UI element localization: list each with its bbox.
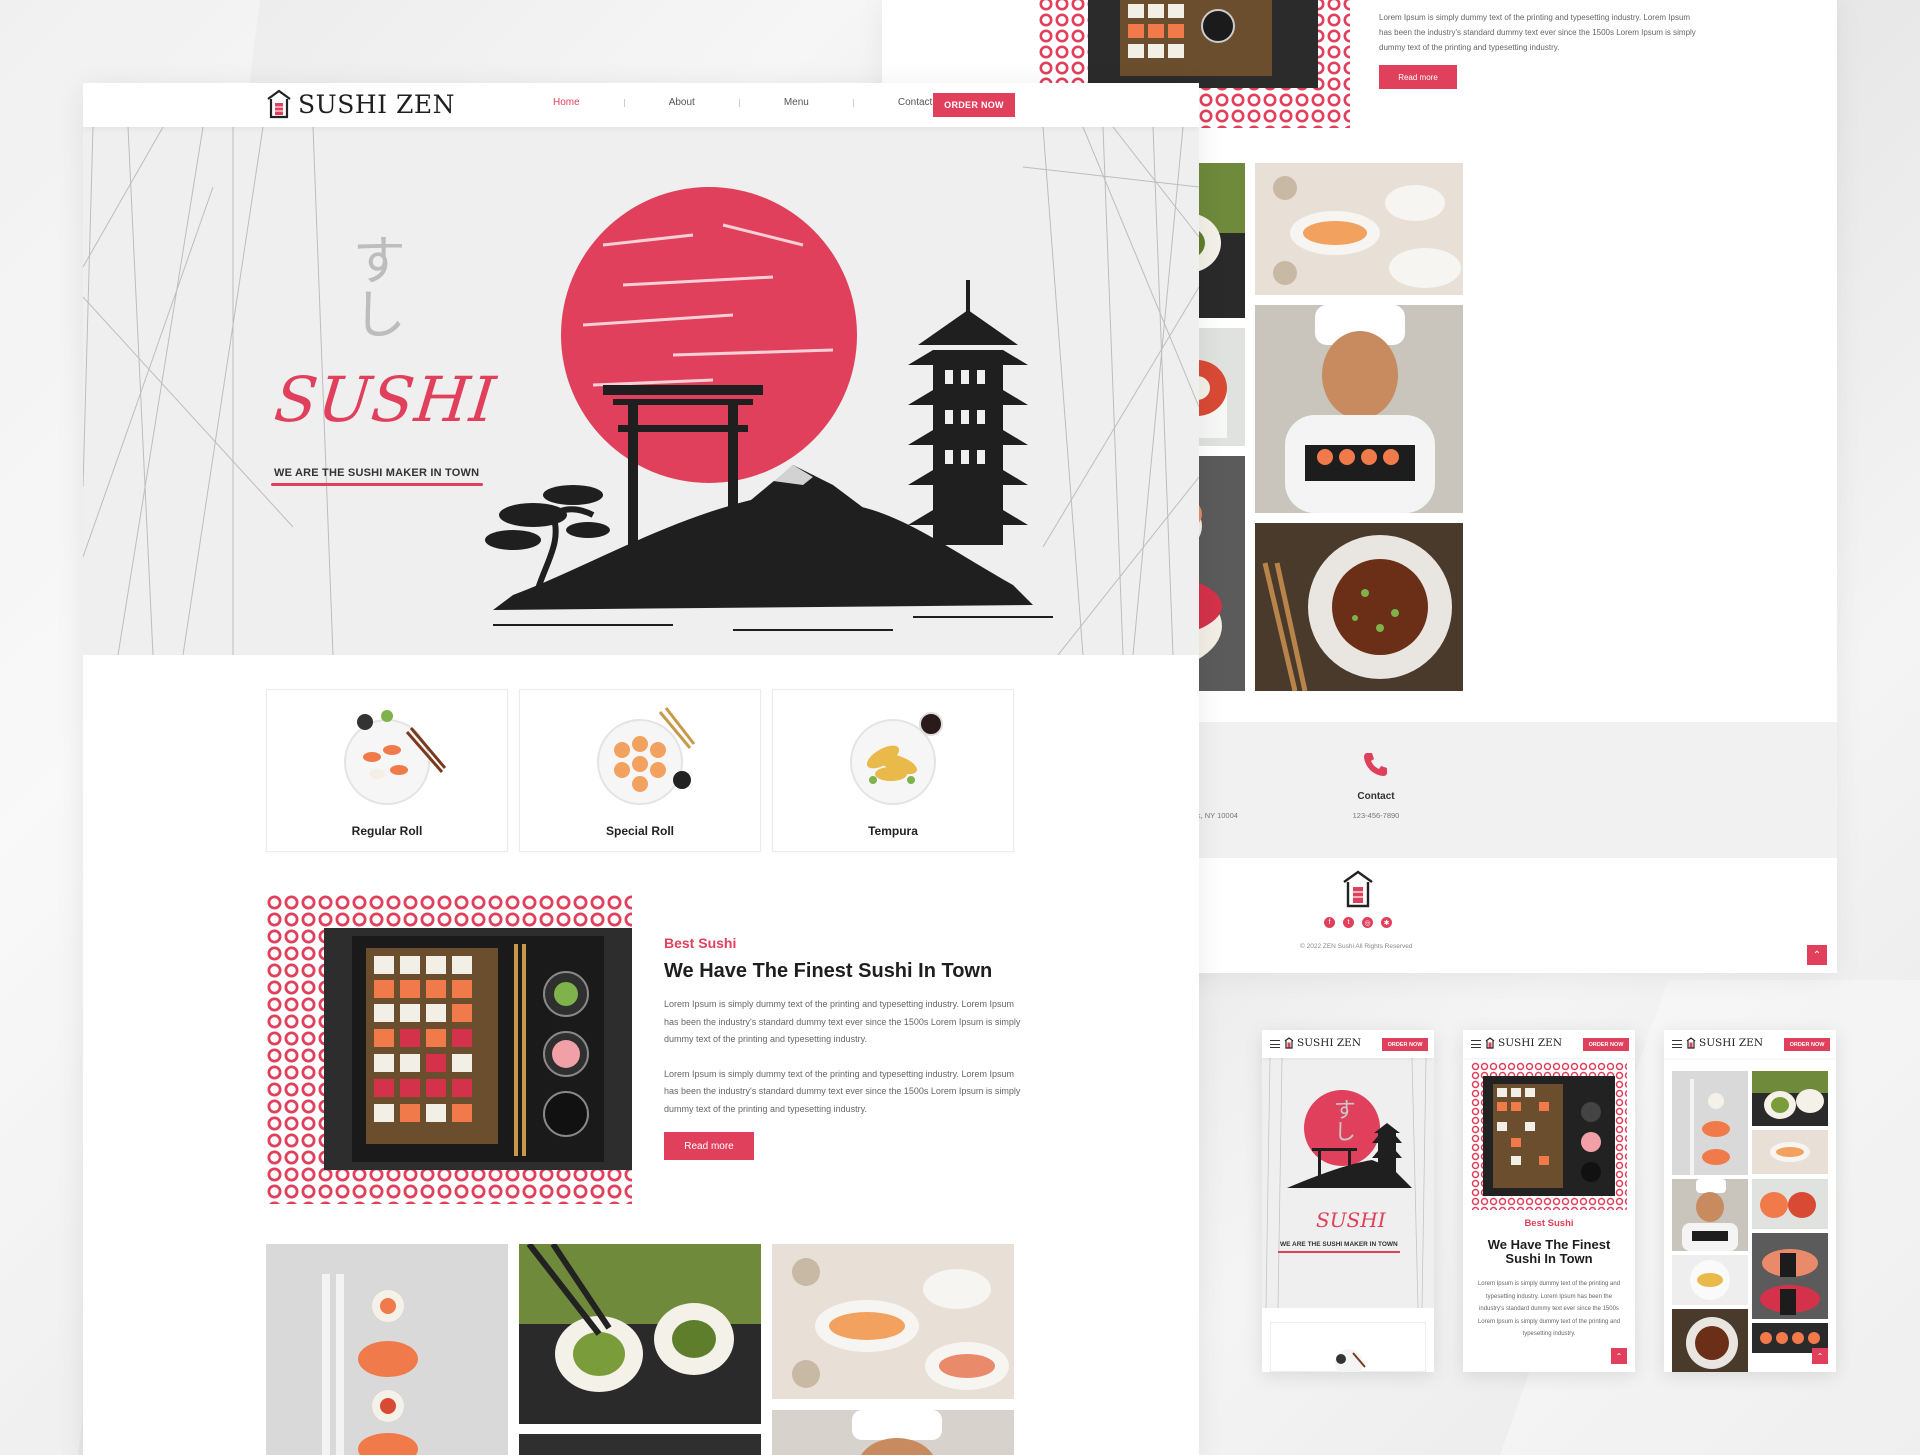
gallery-image-chef-partial — [772, 1410, 1014, 1455]
yelp-icon[interactable]: ✱ — [1381, 917, 1392, 928]
sushi-plate-icon — [344, 710, 447, 805]
phone-icon — [1364, 753, 1387, 776]
brand-logo[interactable]: SUSHI ZEN — [1686, 1037, 1763, 1049]
gallery-image — [1672, 1255, 1748, 1305]
gallery-image — [1752, 1130, 1828, 1174]
gallery-image — [1672, 1071, 1748, 1175]
desktop-homepage: SUSHI ZEN Home About Menu Contact Us ORD… — [83, 83, 1199, 1455]
hero-subtitle: WE ARE THE SUSHI MAKER IN TOWN — [274, 467, 480, 479]
mobile-mockup-hero: SUSHI ZEN ORDER NOW すし SUSHI WE ARE THE … — [1262, 1030, 1434, 1372]
nav-divider — [623, 98, 625, 107]
about-paragraph: Lorem Ipsum is simply dummy text of the … — [664, 1068, 1021, 1114]
hamburger-menu-icon[interactable] — [1672, 1040, 1682, 1048]
gallery-image-beef-plate — [1255, 523, 1463, 691]
roll-plate-icon — [597, 707, 696, 805]
hero-underline — [1278, 1251, 1400, 1253]
mobile-mockup-about: SUSHI ZEN ORDER NOW Best Sushi We Have T… — [1463, 1030, 1635, 1372]
about-paragraph: Lorem Ipsum is simply dummy text of the … — [664, 999, 1021, 1044]
hero-kana: すし — [343, 232, 406, 340]
back-to-top-button[interactable]: ⌃ — [1611, 1348, 1627, 1364]
gallery-image-nigiri-stone — [266, 1244, 508, 1455]
intro-paragraph: Lorem Ipsum is simply dummy text of the … — [1379, 13, 1696, 52]
hamburger-menu-icon[interactable] — [1270, 1040, 1280, 1048]
nav-divider — [852, 98, 854, 107]
nav-divider — [738, 98, 740, 107]
category-card-regular-roll[interactable]: Regular Roll — [266, 689, 508, 852]
gallery-image — [1752, 1179, 1828, 1229]
order-now-button[interactable]: ORDER NOW — [1382, 1038, 1428, 1051]
brand-logo[interactable]: SUSHI ZEN — [1485, 1037, 1562, 1049]
brand-logo[interactable]: SUSHI ZEN — [266, 89, 455, 119]
nav-links: Home About Menu Contact Us — [551, 97, 949, 108]
pagoda-logo-icon — [1686, 1037, 1696, 1049]
gallery-image — [1672, 1309, 1748, 1372]
contact-block: Contact 123-456-7890 — [1276, 750, 1476, 820]
category-label: Tempura — [868, 824, 918, 838]
hero-underline — [271, 483, 483, 486]
gallery-image-sushi-table — [1255, 163, 1463, 295]
pagoda-logo-icon — [1485, 1037, 1495, 1049]
gallery-image-partial — [519, 1434, 761, 1455]
read-more-button[interactable]: Read more — [664, 1132, 754, 1160]
brand-name: SUSHI ZEN — [1498, 1037, 1563, 1049]
read-more-button[interactable]: Read more — [1379, 65, 1457, 89]
instagram-icon[interactable]: ◎ — [1362, 917, 1373, 928]
section-title: We Have The Finest Sushi In Town — [1487, 1237, 1611, 1266]
nav-about[interactable]: About — [667, 97, 697, 108]
hero-title: SUSHI — [1316, 1208, 1386, 1232]
category-card[interactable] — [1270, 1322, 1426, 1372]
section-label: Best Sushi — [1524, 1218, 1574, 1229]
category-card-tempura[interactable]: Tempura — [772, 689, 1014, 852]
hero-subtitle: WE ARE THE SUSHI MAKER IN TOWN — [1280, 1241, 1398, 1248]
hero-section: すし SUSHI WE ARE THE SUSHI MAKER IN TOWN — [83, 127, 1199, 655]
gallery-image-chef — [1255, 305, 1463, 513]
brand-name: SUSHI ZEN — [298, 89, 455, 119]
contact-title: Contact — [1357, 791, 1395, 802]
mobile-navigation: SUSHI ZEN ORDER NOW — [1262, 1030, 1434, 1058]
section-label: Best Sushi — [664, 935, 737, 951]
gallery-image — [1752, 1071, 1828, 1126]
category-cards: Regular Roll Special Roll Tempura — [266, 689, 1014, 852]
mobile-hero: すし SUSHI WE ARE THE SUSHI MAKER IN TOWN — [1262, 1058, 1434, 1308]
back-to-top-button[interactable]: ⌃ — [1812, 1348, 1828, 1364]
top-navigation: SUSHI ZEN Home About Menu Contact Us ORD… — [83, 83, 1199, 127]
nav-menu[interactable]: Menu — [782, 97, 811, 108]
order-now-button[interactable]: ORDER NOW — [1583, 1038, 1629, 1051]
category-label: Special Roll — [605, 824, 675, 838]
category-label: Regular Roll — [351, 824, 423, 838]
facebook-icon[interactable]: f — [1324, 917, 1335, 928]
pagoda-logo-icon — [267, 89, 291, 119]
gallery-image-roll-chopsticks — [519, 1244, 761, 1424]
section-title: We Have The Finest Sushi In Town — [664, 960, 993, 982]
tempura-plate-icon — [850, 712, 943, 805]
about-text: Best Sushi We Have The Finest Sushi In T… — [664, 935, 1024, 1160]
about-paragraph: Lorem Ipsum is simply dummy text of the … — [1477, 1281, 1621, 1337]
nav-home[interactable]: Home — [551, 97, 582, 108]
category-card-special-roll[interactable]: Special Roll — [519, 689, 761, 852]
ring-pattern-frame — [266, 894, 632, 1204]
hamburger-menu-icon[interactable] — [1471, 1040, 1481, 1048]
contact-phone[interactable]: 123-456-7890 — [1276, 811, 1476, 820]
hero-kana: すし — [1330, 1098, 1355, 1142]
brand-name: SUSHI ZEN — [1297, 1037, 1362, 1049]
mobile-navigation: SUSHI ZEN ORDER NOW — [1664, 1030, 1836, 1058]
order-now-button[interactable]: ORDER NOW — [1784, 1038, 1830, 1051]
japan-landscape-illustration — [485, 187, 1053, 631]
mobile-navigation: SUSHI ZEN ORDER NOW — [1463, 1030, 1635, 1058]
hero-title: SUSHI — [271, 363, 500, 436]
order-now-button[interactable]: ORDER NOW — [933, 93, 1015, 117]
gallery-image-sushi-table — [772, 1244, 1014, 1399]
twitter-icon[interactable]: t — [1343, 917, 1354, 928]
pagoda-logo-icon — [1343, 870, 1373, 908]
brand-name: SUSHI ZEN — [1699, 1037, 1764, 1049]
gallery-image — [1752, 1233, 1828, 1319]
back-to-top-button[interactable]: ⌃ — [1807, 945, 1827, 965]
gallery-image-chef — [1672, 1179, 1748, 1251]
brand-logo[interactable]: SUSHI ZEN — [1284, 1037, 1361, 1049]
pagoda-logo-icon — [1284, 1037, 1294, 1049]
social-links: f t ◎ ✱ — [1324, 917, 1392, 928]
mobile-mockup-gallery: SUSHI ZEN ORDER NOW ⌃ — [1664, 1030, 1836, 1372]
copyright-text: © 2022 ZEN Sushi All Rights Reserved — [1300, 943, 1413, 950]
ring-pattern-frame — [1471, 1062, 1627, 1210]
